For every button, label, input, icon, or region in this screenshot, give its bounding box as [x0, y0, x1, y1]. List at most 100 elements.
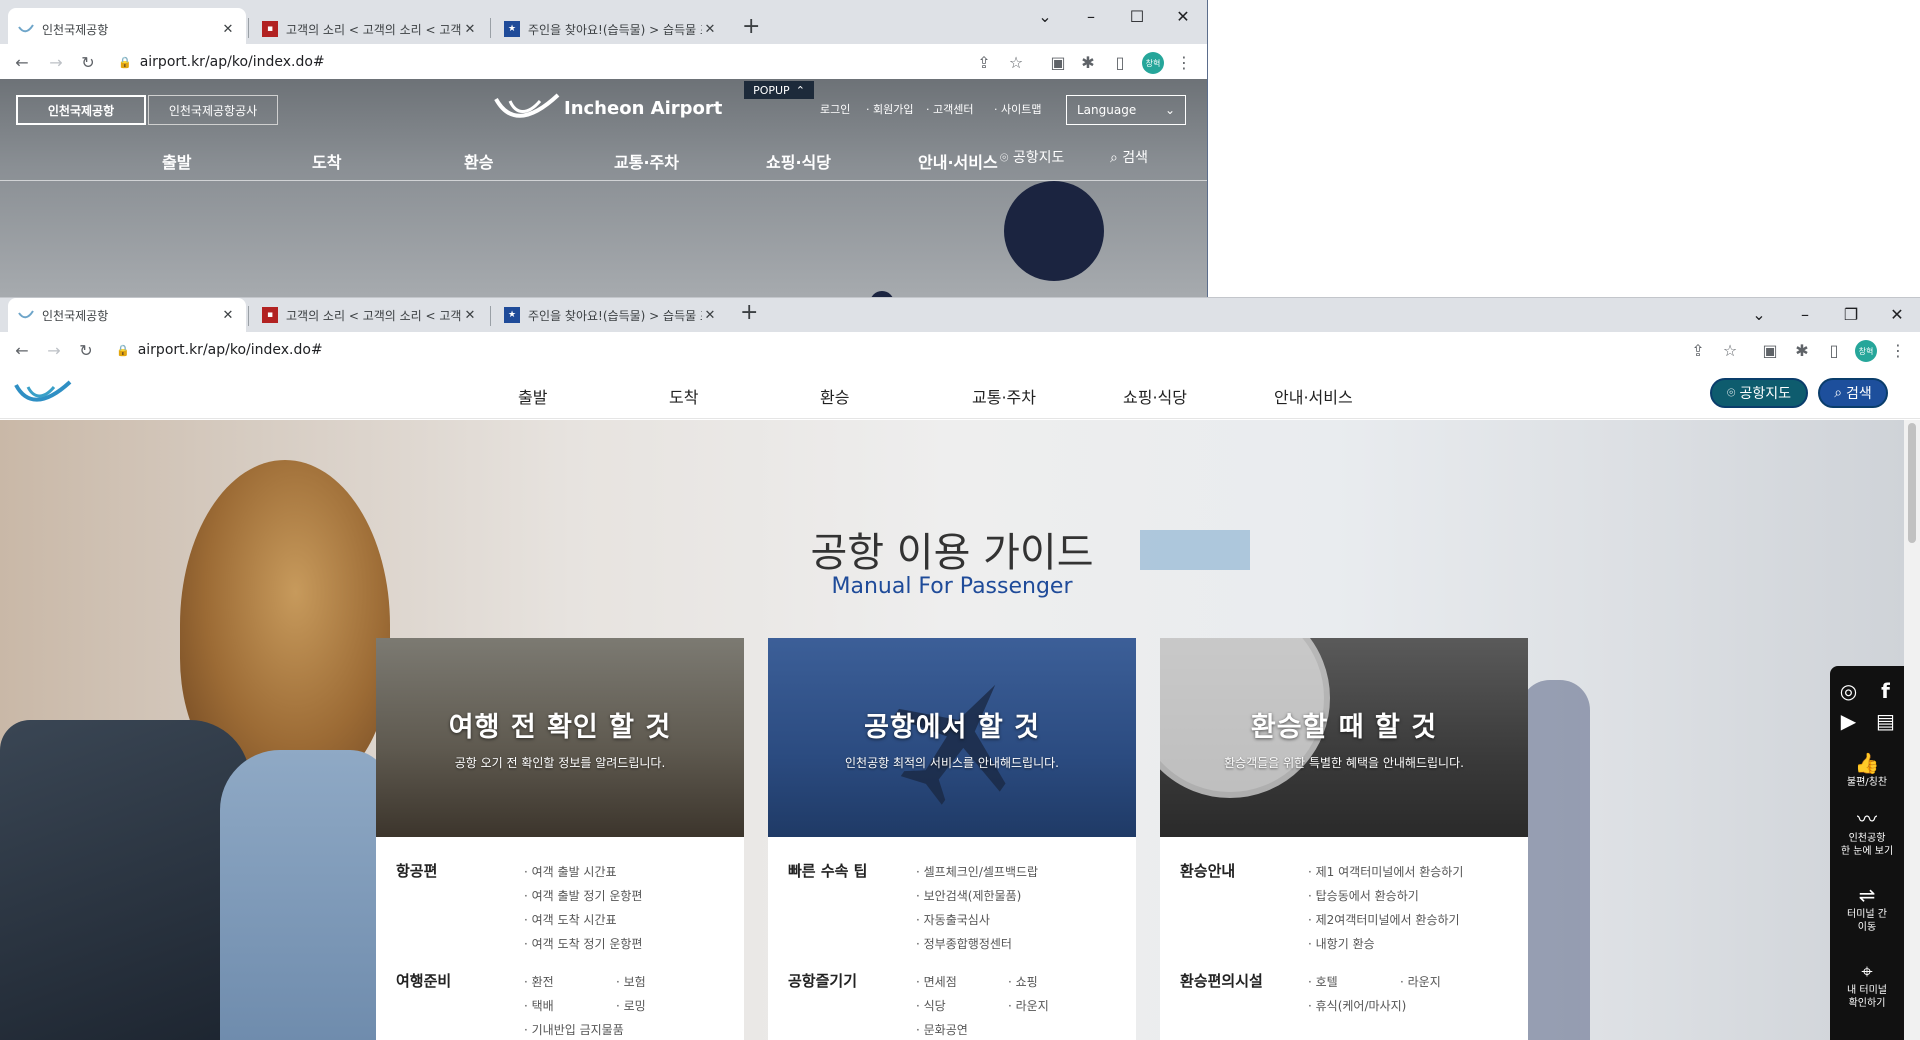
- link-arrival-timetable[interactable]: · 여객 도착 시간표: [524, 911, 617, 928]
- reload-icon[interactable]: ↻: [76, 50, 100, 74]
- profile-avatar[interactable]: 창혁: [1142, 52, 1164, 74]
- link-departure-timetable[interactable]: · 여객 출발 시간표: [524, 863, 617, 880]
- link-exchange[interactable]: · 환전: [524, 973, 554, 990]
- tab-incheon-airport[interactable]: 인천국제공항 ✕: [8, 298, 246, 332]
- link-hotel[interactable]: · 호텔: [1308, 973, 1338, 990]
- nav-transfer[interactable]: 환승: [820, 384, 849, 408]
- old-map-link[interactable]: ⌾ 공항지도: [1000, 147, 1064, 167]
- link-transfer-t2[interactable]: · 제2여객터미널에서 환승하기: [1308, 911, 1460, 928]
- restore-button[interactable]: ❐: [1828, 298, 1874, 330]
- link-domestic-transfer[interactable]: · 내항기 환승: [1308, 935, 1375, 952]
- new-tab-button[interactable]: +: [742, 14, 760, 39]
- reload-icon[interactable]: ↻: [74, 338, 98, 362]
- side-panel-icon[interactable]: ▯: [1822, 338, 1846, 362]
- link-transfer-lounge[interactable]: · 라운지: [1400, 973, 1441, 990]
- address-bar[interactable]: 🔒 airport.kr/ap/ko/index.do#: [118, 44, 958, 80]
- link-arrival-regular[interactable]: · 여객 도착 정기 운항편: [524, 935, 642, 952]
- close-tab-icon[interactable]: ✕: [702, 308, 718, 323]
- terminal-move-link[interactable]: ⇌ 터미널 간 이동: [1830, 882, 1904, 934]
- link-gov-center[interactable]: · 정부종합행정센터: [916, 935, 1012, 952]
- link-duty-free[interactable]: · 면세점: [916, 973, 957, 990]
- language-select[interactable]: Language ⌄: [1066, 95, 1186, 125]
- airport-corp-button[interactable]: 인천국제공항공사: [148, 95, 278, 125]
- forward-arrow-icon[interactable]: →: [42, 338, 66, 362]
- nav-transport-parking[interactable]: 교통·주차: [972, 384, 1036, 408]
- close-tab-icon[interactable]: ✕: [220, 308, 236, 323]
- close-tab-icon[interactable]: ✕: [462, 22, 478, 37]
- nav-guide-service[interactable]: 안내·서비스: [1274, 384, 1353, 408]
- airport-overview-link[interactable]: 〰 인천공항 한 눈에 보기: [1830, 806, 1904, 858]
- util-signup-link[interactable]: · 회원가입: [866, 101, 913, 117]
- old-nav-service[interactable]: 안내·서비스: [918, 149, 998, 173]
- card-image[interactable]: 공항에서 할 것 인천공항 최적의 서비스를 안내해드립니다.: [768, 638, 1136, 837]
- link-auto-immigration[interactable]: · 자동출국심사: [916, 911, 990, 928]
- link-prohibited-items[interactable]: · 기내반입 금지물품: [524, 1021, 624, 1038]
- util-customer-center-link[interactable]: · 고객센터: [926, 101, 973, 117]
- util-sitemap-link[interactable]: · 사이트맵: [994, 101, 1041, 117]
- tab-customer-voice[interactable]: ▪ 고객의 소리 < 고객의 소리 < 고객참여 | 인천 ✕: [252, 298, 488, 332]
- extensions-puzzle-icon[interactable]: ✱: [1076, 50, 1100, 74]
- link-lounge[interactable]: · 라운지: [1008, 997, 1049, 1014]
- close-window-button[interactable]: ✕: [1160, 0, 1206, 32]
- blog-icon[interactable]: ▤: [1867, 708, 1904, 734]
- link-restaurants[interactable]: · 식당: [916, 997, 946, 1014]
- airport-map-button[interactable]: ⌾ 공항지도: [1710, 378, 1808, 408]
- site-logo-icon[interactable]: [14, 380, 72, 410]
- back-arrow-icon[interactable]: ←: [10, 338, 34, 362]
- old-nav-departure[interactable]: 출발: [162, 149, 191, 173]
- tab-search-chevron-icon[interactable]: ⌄: [1736, 298, 1782, 330]
- old-nav-arrival[interactable]: 도착: [312, 149, 341, 173]
- site-logo[interactable]: Incheon Airport: [494, 93, 722, 123]
- tab-lost-found[interactable]: ★ 주인을 찾아요!(습득물) > 습득물 조회 | 인천 ✕: [494, 298, 728, 332]
- link-roaming[interactable]: · 로밍: [616, 997, 646, 1014]
- link-self-checkin[interactable]: · 셀프체크인/셀프백드랍: [916, 863, 1038, 880]
- link-transfer-t1[interactable]: · 제1 여객터미널에서 환승하기: [1308, 863, 1463, 880]
- util-login-link[interactable]: 로그인: [820, 101, 850, 117]
- share-icon[interactable]: ⇪: [972, 50, 996, 74]
- close-tab-icon[interactable]: ✕: [220, 22, 236, 37]
- incheon-airport-button[interactable]: 인천국제공항: [16, 95, 146, 125]
- card-image[interactable]: 환승할 때 할 것 환승객들을 위한 특별한 혜택을 안내해드립니다.: [1160, 638, 1528, 837]
- minimize-button[interactable]: –: [1782, 298, 1828, 330]
- chrome-menu-icon[interactable]: ⋮: [1886, 338, 1910, 362]
- link-shopping[interactable]: · 쇼핑: [1008, 973, 1038, 990]
- popup-toggle-button[interactable]: POPUP ⌃: [744, 81, 814, 99]
- link-departure-regular[interactable]: · 여객 출발 정기 운항편: [524, 887, 642, 904]
- link-rest-massage[interactable]: · 휴식(케어/마사지): [1308, 997, 1406, 1014]
- tab-search-chevron-icon[interactable]: ⌄: [1022, 0, 1068, 32]
- old-nav-transport[interactable]: 교통·주차: [614, 149, 679, 173]
- back-arrow-icon[interactable]: ←: [10, 50, 34, 74]
- complaint-praise-link[interactable]: 👍 불편/칭찬: [1830, 750, 1904, 789]
- share-icon[interactable]: ⇪: [1686, 338, 1710, 362]
- scrollbar-thumb[interactable]: [1908, 423, 1916, 543]
- maximize-button[interactable]: ☐: [1114, 0, 1160, 32]
- profile-avatar[interactable]: 창혁: [1855, 340, 1877, 362]
- card-image[interactable]: 여행 전 확인 할 것 공항 오기 전 확인할 정보를 알려드립니다.: [376, 638, 744, 837]
- instagram-icon[interactable]: ◎: [1830, 678, 1867, 704]
- search-button[interactable]: ⌕ 검색: [1818, 378, 1888, 408]
- forward-arrow-icon[interactable]: →: [44, 50, 68, 74]
- facebook-icon[interactable]: f: [1867, 678, 1904, 704]
- link-security-check[interactable]: · 보안검색(제한물품): [916, 887, 1021, 904]
- picture-in-picture-icon[interactable]: ▣: [1758, 338, 1782, 362]
- link-delivery[interactable]: · 택배: [524, 997, 554, 1014]
- close-window-button[interactable]: ✕: [1874, 298, 1920, 330]
- nav-departure[interactable]: 출발: [518, 384, 547, 408]
- youtube-icon[interactable]: ▶: [1830, 708, 1867, 734]
- address-bar[interactable]: 🔒 airport.kr/ap/ko/index.do#: [116, 332, 1656, 368]
- old-nav-shopping[interactable]: 쇼핑·식당: [766, 149, 831, 173]
- bookmark-star-icon[interactable]: ☆: [1718, 338, 1742, 362]
- bookmark-star-icon[interactable]: ☆: [1004, 50, 1028, 74]
- close-tab-icon[interactable]: ✕: [462, 308, 478, 323]
- picture-in-picture-icon[interactable]: ▣: [1046, 50, 1070, 74]
- nav-shopping-dining[interactable]: 쇼핑·식당: [1123, 384, 1187, 408]
- extensions-puzzle-icon[interactable]: ✱: [1790, 338, 1814, 362]
- chrome-menu-icon[interactable]: ⋮: [1172, 50, 1196, 74]
- side-panel-icon[interactable]: ▯: [1108, 50, 1132, 74]
- close-tab-icon[interactable]: ✕: [702, 22, 718, 37]
- my-terminal-link[interactable]: ⌖ 내 터미널 확인하기: [1830, 958, 1904, 1010]
- old-nav-transfer[interactable]: 환승: [464, 149, 493, 173]
- link-performances[interactable]: · 문화공연: [916, 1021, 968, 1038]
- old-search-link[interactable]: ⌕ 검색: [1110, 147, 1148, 167]
- new-tab-button[interactable]: +: [740, 300, 758, 325]
